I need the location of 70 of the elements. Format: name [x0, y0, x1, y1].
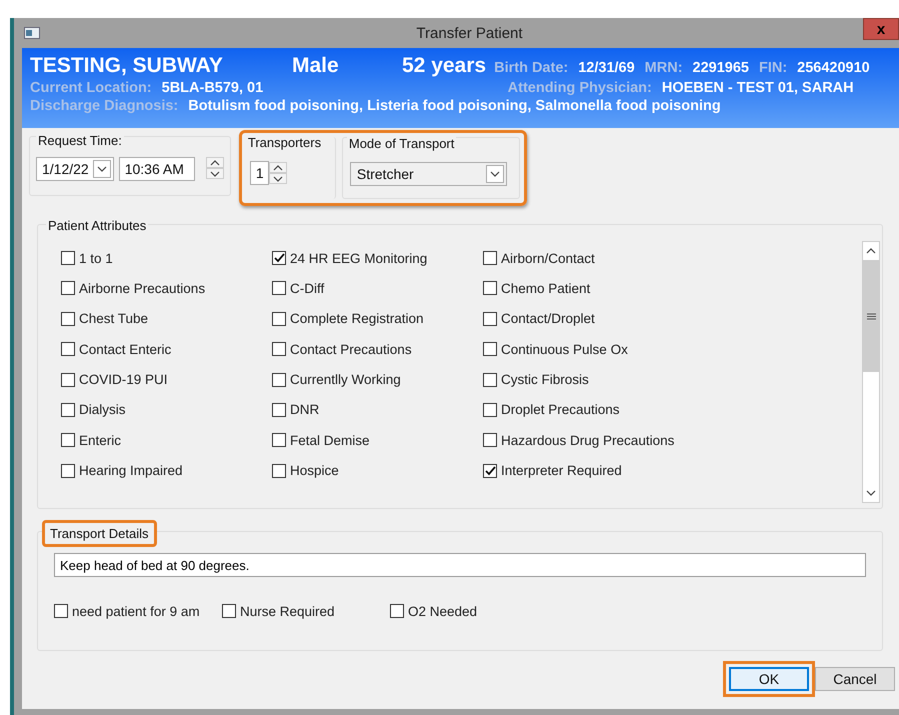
checkbox[interactable]: Droplet Precautions — [483, 400, 862, 419]
group-label: Patient Attributes — [46, 218, 148, 233]
field-label: Current Location: — [30, 80, 152, 96]
chevron-up-icon — [866, 248, 876, 254]
chevron-up-icon — [272, 164, 283, 170]
chevron-down-icon — [490, 171, 500, 177]
chevron-down-icon — [272, 176, 283, 182]
check-icon — [274, 253, 284, 263]
group-label: Transporters — [246, 135, 324, 150]
checkbox[interactable]: Chemo Patient — [483, 279, 862, 298]
checkbox[interactable]: Cystic Fibrosis — [483, 370, 862, 389]
window-title: Transfer Patient — [416, 24, 523, 42]
checkbox[interactable]: Contact Enteric — [61, 340, 272, 358]
close-button[interactable]: x — [863, 18, 899, 40]
checkbox[interactable]: C-Diff — [272, 279, 483, 298]
field-value: 12/31/69 — [578, 60, 635, 76]
checkbox[interactable]: Enteric — [61, 431, 272, 450]
spin-buttons[interactable] — [206, 157, 224, 181]
patient-sex: Male — [292, 54, 340, 78]
checkbox[interactable]: Interpreter Required — [483, 462, 862, 480]
field-value: 2291965 — [692, 60, 749, 76]
date-field[interactable]: 1/12/22 — [36, 157, 114, 181]
field-value: 5BLA-B579, 01 — [162, 80, 264, 96]
chevron-down-icon — [96, 166, 107, 172]
spin-buttons[interactable] — [268, 162, 287, 185]
transport-mode-dropdown[interactable]: Stretcher — [350, 162, 507, 186]
field-label: Birth Date: — [494, 60, 568, 76]
checkbox[interactable]: Contact/Droplet — [483, 310, 862, 328]
checkbox[interactable]: Chest Tube — [61, 310, 272, 328]
checkbox[interactable]: Currentlly Working — [272, 370, 483, 389]
field-label: Attending Physician: — [508, 80, 652, 96]
checkbox[interactable]: 24 HR EEG Monitoring — [272, 249, 483, 267]
checkbox[interactable]: Hearing Impaired — [61, 462, 272, 480]
checkbox[interactable]: Hospice — [272, 462, 483, 480]
grip-icon — [866, 312, 876, 320]
check-icon — [484, 466, 496, 476]
checkbox[interactable]: DNR — [272, 400, 483, 419]
window-icon — [24, 27, 40, 39]
transporters-field[interactable]: 1 — [250, 161, 269, 185]
checkbox[interactable]: Hazardous Drug Precautions — [483, 431, 862, 450]
checkbox[interactable]: O2 Needed — [390, 602, 510, 620]
field-label: FIN: — [758, 60, 788, 76]
field-value: 256420910 — [797, 60, 870, 76]
checkbox[interactable]: Continuous Pulse Ox — [483, 340, 862, 358]
checkbox[interactable]: Complete Registration — [272, 310, 483, 328]
checkbox[interactable]: Dialysis — [61, 400, 272, 419]
dialog-button[interactable]: Cancel — [815, 667, 895, 691]
checkbox[interactable]: Nurse Required — [222, 602, 390, 620]
checkbox[interactable]: Airborne Precautions — [61, 279, 272, 298]
group-label: Mode of Transport — [346, 136, 456, 151]
checkbox[interactable]: Contact Precautions — [272, 340, 483, 358]
chevron-down-icon — [210, 170, 220, 176]
checkbox[interactable]: Fetal Demise — [272, 431, 483, 450]
group-label: Transport Details — [42, 520, 156, 547]
chevron-up-icon — [210, 160, 220, 166]
patient-name: TESTING, SUBWAY — [30, 54, 224, 78]
checkbox[interactable]: 1 to 1 — [61, 249, 272, 267]
checkbox[interactable]: need patient for 9 am — [54, 602, 222, 620]
checkbox[interactable]: COVID-19 PUI — [61, 370, 272, 389]
time-field[interactable]: 10:36 AM — [118, 157, 195, 181]
field-value: HOEBEN - TEST 01, SARAH — [662, 80, 854, 96]
transport-details-field[interactable]: Keep head of bed at 90 degrees. — [54, 553, 866, 577]
chevron-down-icon — [866, 490, 876, 496]
field-label: Discharge Diagnosis: — [30, 98, 178, 114]
group-label: Request Time: — [36, 133, 124, 148]
field-label: MRN: — [644, 60, 683, 76]
field-value: Botulism food poisoning, Listeria food poisoning, Salmonella food poisoning — [188, 98, 721, 114]
checkbox[interactable]: Airborn/Contact — [483, 249, 862, 267]
patient-age: 52 years — [402, 54, 486, 78]
scrollbar[interactable] — [862, 241, 880, 503]
